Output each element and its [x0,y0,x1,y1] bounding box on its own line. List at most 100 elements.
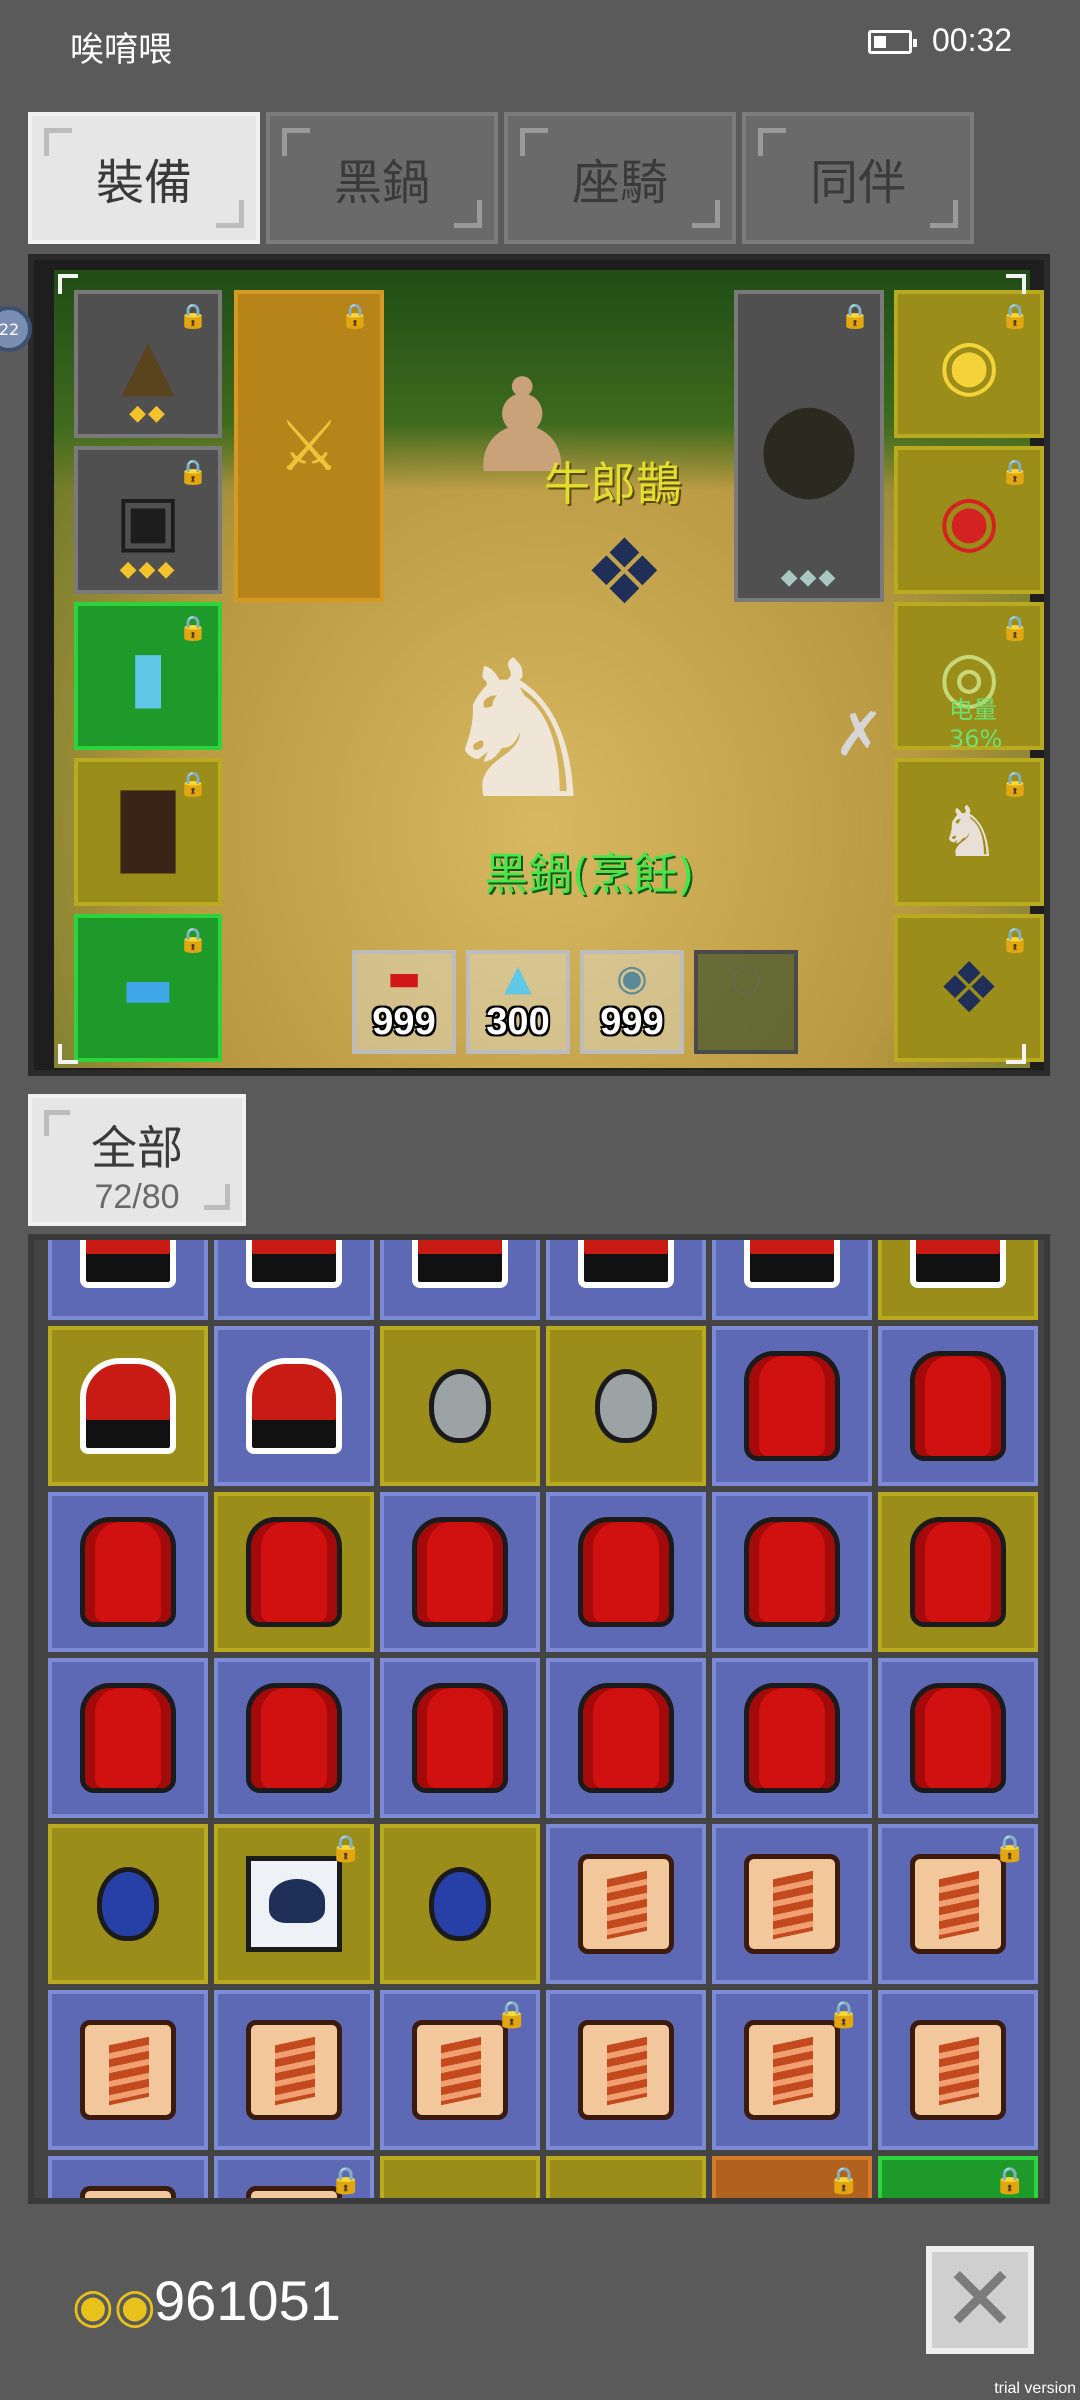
inventory-cell[interactable]: 🔒 [380,1990,540,2150]
gold-coins-icon: ◉◉ [72,2278,156,2334]
ring-icon: ◉ [938,479,1000,561]
empty-slot-icon: ○ [730,958,762,999]
lock-icon: 🔒 [340,302,370,330]
inventory-cell[interactable]: 🔒 [214,1824,374,1984]
inventory-cell[interactable] [380,1824,540,1984]
scroll-icon [910,1854,1006,1954]
inventory-cell[interactable] [712,1492,872,1652]
gray-egg-icon [429,1369,491,1443]
inventory-cell[interactable] [48,1990,208,2150]
lock-icon: 🔒 [827,2166,860,2196]
inventory-cell[interactable] [214,1326,374,1486]
inventory-cell[interactable] [546,1658,706,1818]
inventory-cell[interactable] [546,1990,706,2150]
magpie-icon: ❖ [937,947,1001,1029]
battery-icon [868,30,917,54]
slot-head[interactable]: ▲ 🔒 ◆◆ [74,290,222,438]
slot-weapon[interactable]: ⚔ 🔒 [234,290,384,602]
inventory-cell[interactable] [546,1326,706,1486]
inventory-cell[interactable]: 🔒 [712,1990,872,2150]
inventory-cell[interactable] [380,1492,540,1652]
red-cloth-icon [246,1517,342,1627]
inventory-cell[interactable] [48,1492,208,1652]
inventory-cell[interactable] [380,1240,540,1320]
inventory-cell[interactable] [712,1824,872,1984]
inventory-cell[interactable] [380,2156,540,2198]
bracer-icon: ▮ [128,635,168,717]
lock-icon: 🔒 [178,770,208,798]
inventory-cell[interactable] [214,1990,374,2150]
slot-boots[interactable]: █ 🔒 [74,758,222,906]
slot-bracer[interactable]: ▮ 🔒 [74,602,222,750]
filter-tab-all[interactable]: 全部 72/80 [28,1094,246,1226]
teapot-icon: ◉ [616,958,648,999]
hotbar-slot-2[interactable]: ▲ 300 [466,950,570,1054]
app-name: 唉唷喂 [70,30,172,70]
inventory-cell[interactable] [878,1492,1038,1652]
inventory-cell[interactable] [48,2156,208,2198]
hotbar-slot-4[interactable]: ○ [694,950,798,1054]
armor-icon: ▣ [114,479,182,561]
slot-armor[interactable]: ▣ 🔒 ◆◆◆ [74,446,222,594]
inventory-cell[interactable] [48,1326,208,1486]
tab-companion[interactable]: 同伴 [742,112,974,244]
inventory-cell[interactable] [712,1658,872,1818]
tab-black-pot-label: 黑鍋 [333,155,430,211]
inventory-cell[interactable]: 🔒 [878,2156,1038,2198]
tab-equipment[interactable]: 裝備 [28,112,260,244]
inventory-cell[interactable] [48,1824,208,1984]
inventory-cell[interactable]: 🔒 [878,1824,1038,1984]
mount-name: 黑鍋(烹飪) [484,849,695,900]
close-icon: ✕ [942,2247,1018,2352]
slot-ring-red[interactable]: ◉ 🔒 [894,446,1044,594]
red-cloth-icon [80,1517,176,1627]
inventory-cell[interactable] [48,1658,208,1818]
lock-icon: 🔒 [495,2000,528,2030]
slot-mount-gear[interactable]: ♞ 🔒 [894,758,1044,906]
inventory-cell[interactable] [48,1240,208,1320]
inventory-cell[interactable] [878,1326,1038,1486]
red-cloth-icon [744,1517,840,1627]
inventory-cell[interactable] [380,1658,540,1818]
inventory-cell[interactable] [546,2156,706,2198]
slot-pet[interactable]: ❖ 🔒 [894,914,1044,1062]
red-cloth-icon [412,1517,508,1627]
lock-icon: 🔒 [178,614,208,642]
close-button[interactable]: ✕ [926,2246,1034,2354]
inventory-cell[interactable]: 🔒 [214,2156,374,2198]
inventory-cell[interactable]: ♞🔒 [712,2156,872,2198]
inventory-cell[interactable] [878,1990,1038,2150]
lock-icon: 🔒 [1000,302,1030,330]
inventory-cell[interactable] [878,1658,1038,1818]
hotbar-slot-3[interactable]: ◉ 999 [580,950,684,1054]
battery-overlay: 电量36% [949,696,1003,753]
tab-mount-label: 座騎 [571,155,668,211]
inventory-cell[interactable] [878,1240,1038,1320]
slot-belt[interactable]: ▬ 🔒 [74,914,222,1062]
inventory-cell[interactable] [214,1492,374,1652]
inventory-cell[interactable] [546,1824,706,1984]
slot-shield[interactable]: ⬤ 🔒 ◆◆◆ [734,290,884,602]
slot-necklace[interactable]: ◉ 🔒 [894,290,1044,438]
scroll-icon [910,2020,1006,2120]
boots-icon: █ [121,791,175,873]
inventory-cell[interactable] [214,1658,374,1818]
inventory-cell[interactable] [214,1240,374,1320]
lock-icon: 🔒 [178,302,208,330]
hotbar-slot-1[interactable]: ▬ 999 [352,950,456,1054]
shield-icon: ⬤ [758,393,860,499]
tab-black-pot[interactable]: 黑鍋 [266,112,498,244]
necklace-icon: ◉ [938,323,1000,405]
inventory-cell[interactable] [546,1240,706,1320]
red-cloth-icon [910,1351,1006,1461]
inventory-cell[interactable] [712,1326,872,1486]
lock-icon: 🔒 [1000,770,1030,798]
red-cloth-icon [578,1683,674,1793]
inventory-cell[interactable] [546,1492,706,1652]
inventory-cell[interactable] [712,1240,872,1320]
tab-mount[interactable]: 座騎 [504,112,736,244]
red-cloth-icon [910,1683,1006,1793]
red-hood-icon [578,1240,674,1288]
gold-amount: 961051 [154,2269,341,2332]
inventory-cell[interactable] [380,1326,540,1486]
